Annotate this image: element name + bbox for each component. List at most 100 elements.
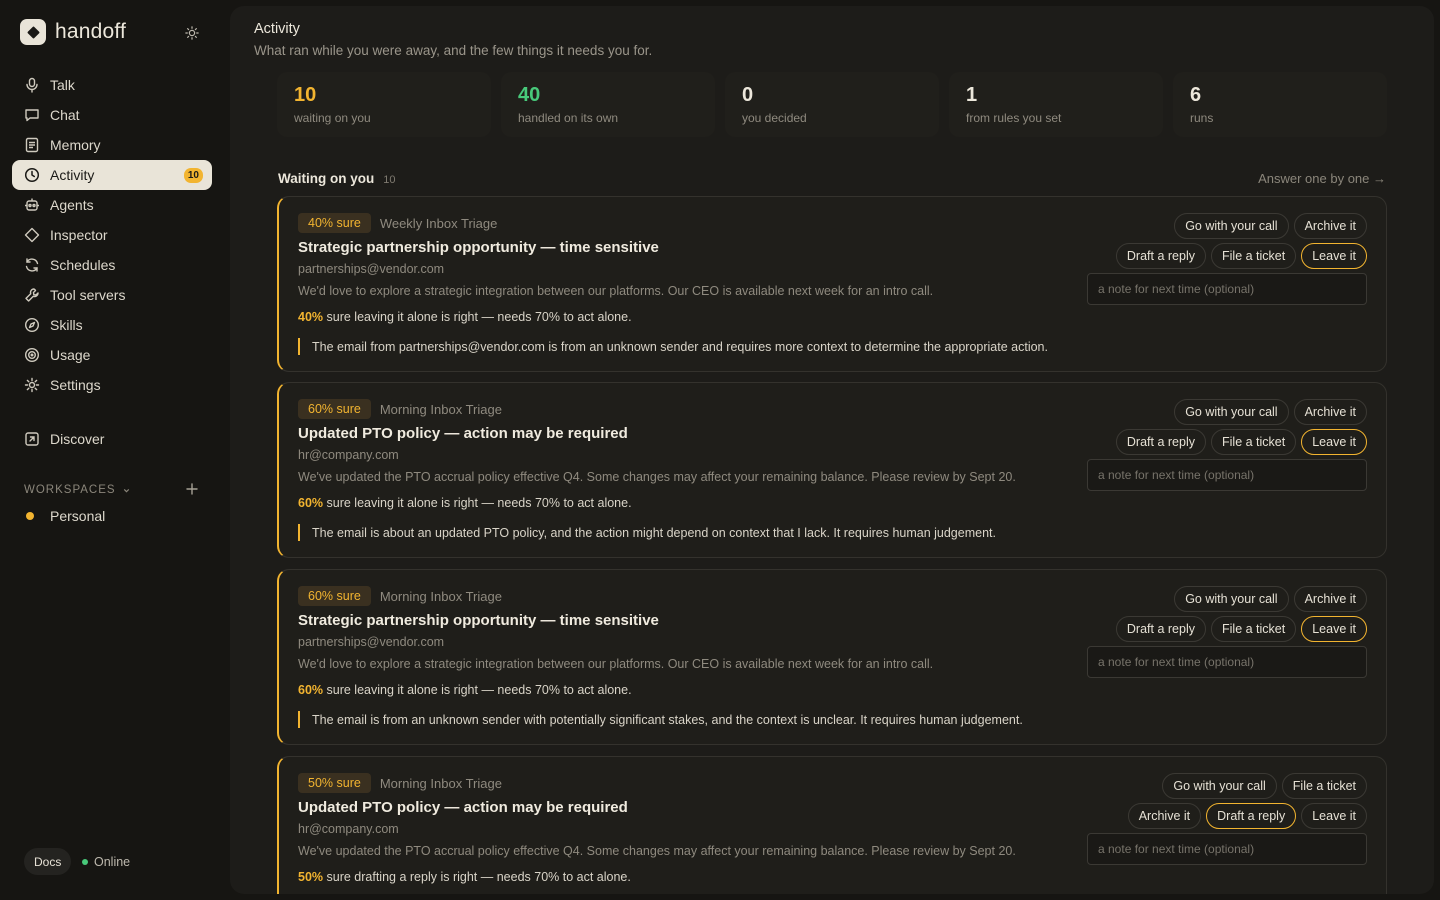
sun-icon[interactable] (183, 24, 201, 42)
sidebar-item-agents[interactable]: Agents (12, 190, 212, 220)
refresh-icon (24, 257, 40, 273)
stat-label: handled on its own (518, 111, 619, 125)
stat-value: 1 (966, 84, 978, 106)
stats-row: 10 waiting on you 40 handled on its own … (277, 72, 1387, 137)
archive-button[interactable]: Archive it (1293, 586, 1367, 612)
brand[interactable]: handoff (20, 19, 126, 45)
sidebar-item-chat[interactable]: Chat (12, 100, 212, 130)
leave-it-button[interactable]: Leave it (1301, 803, 1367, 829)
note-input[interactable] (1087, 459, 1367, 491)
archive-button[interactable]: Archive it (1127, 803, 1202, 829)
clock-icon (24, 167, 40, 183)
sidebar-item-label: Inspector (50, 227, 108, 243)
card-snippet: We'd love to explore a strategic integra… (298, 657, 934, 671)
card-source: Morning Inbox Triage (379, 775, 502, 791)
confidence-percent: 60% (298, 683, 324, 697)
stat-rules: 1 from rules you set (949, 72, 1163, 137)
go-with-your-call-button[interactable]: Go with your call (1174, 586, 1289, 612)
sidebar-item-skills[interactable]: Skills (12, 310, 212, 340)
sidebar-item-schedules[interactable]: Schedules (12, 250, 212, 280)
card-source: Morning Inbox Triage (379, 588, 502, 604)
card-actions-row1: Go with your call Archive it (1174, 586, 1367, 612)
sidebar-item-label: Tool servers (50, 287, 126, 303)
card-actions-row1: Go with your call File a ticket (1162, 773, 1367, 799)
stat-decided: 0 you decided (725, 72, 939, 137)
sidebar-item-label: Activity (50, 167, 95, 183)
sidebar-item-usage[interactable]: Usage (12, 340, 212, 370)
status-label: Online (94, 855, 131, 869)
go-with-your-call-button[interactable]: Go with your call (1174, 399, 1289, 425)
answer-one-by-one-link[interactable]: Answer one by one → (1258, 171, 1386, 186)
card-confidence: 60% sure leaving it alone is right — nee… (298, 683, 632, 697)
decision-card: 50% sure Morning Inbox Triage Updated PT… (277, 756, 1387, 894)
decision-card: 60% sure Morning Inbox Triage Updated PT… (277, 382, 1387, 558)
docs-button[interactable]: Docs (24, 848, 72, 875)
card-title: Updated PTO policy — action may be requi… (298, 799, 628, 816)
page-subtitle: What ran while you were away, and the fe… (254, 43, 653, 58)
confidence-text: sure leaving it alone is right — needs 7… (323, 310, 632, 324)
gear-icon (24, 377, 40, 393)
confidence-percent: 60% (298, 496, 324, 510)
draft-reply-button[interactable]: Draft a reply (1206, 803, 1297, 829)
go-with-your-call-button[interactable]: Go with your call (1174, 213, 1289, 239)
card-meta: 50% sure Morning Inbox Triage (298, 773, 502, 793)
section-header: Waiting on you 10 (278, 171, 395, 186)
sidebar-item-label: Chat (50, 107, 80, 123)
card-meta: 60% sure Morning Inbox Triage (298, 586, 502, 606)
external-link-icon (24, 431, 40, 447)
sidebar-item-inspector[interactable]: Inspector (12, 220, 212, 250)
sidebar-item-tool-servers[interactable]: Tool servers (12, 280, 212, 310)
sidebar-item-activity[interactable]: Activity 10 (12, 160, 212, 190)
go-with-your-call-button[interactable]: Go with your call (1162, 773, 1277, 799)
sidebar-item-discover[interactable]: Discover (12, 424, 212, 454)
target-icon (24, 347, 40, 363)
confidence-text: sure leaving it alone is right — needs 7… (323, 683, 632, 697)
wrench-icon (24, 287, 40, 303)
sidebar-item-settings[interactable]: Settings (12, 370, 212, 400)
note-input[interactable] (1087, 273, 1367, 305)
card-actions-row2: Draft a reply File a ticket Leave it (1115, 429, 1367, 455)
note-input[interactable] (1087, 833, 1367, 865)
file-ticket-button[interactable]: File a ticket (1281, 773, 1367, 799)
stat-label: runs (1190, 111, 1214, 125)
file-ticket-button[interactable]: File a ticket (1211, 616, 1297, 642)
compass-icon (24, 317, 40, 333)
archive-button[interactable]: Archive it (1293, 213, 1367, 239)
card-actions-row2: Draft a reply File a ticket Leave it (1115, 616, 1367, 642)
card-source: Morning Inbox Triage (379, 401, 502, 417)
workspaces-header[interactable]: WORKSPACES (24, 483, 200, 497)
card-confidence: 50% sure drafting a reply is right — nee… (298, 870, 631, 884)
workspace-label: Personal (50, 508, 106, 524)
sidebar-item-memory[interactable]: Memory (12, 130, 212, 160)
confidence-badge: 60% sure (298, 586, 371, 606)
stat-value: 0 (742, 84, 754, 106)
page-title: Activity (254, 21, 300, 37)
note-input[interactable] (1087, 646, 1367, 678)
file-ticket-button[interactable]: File a ticket (1211, 429, 1297, 455)
card-title: Strategic partnership opportunity — time… (298, 239, 659, 256)
archive-button[interactable]: Archive it (1293, 399, 1367, 425)
activity-count-badge: 10 (183, 168, 203, 183)
workspace-item-personal[interactable]: Personal (26, 508, 105, 524)
card-sender: hr@company.com (298, 448, 399, 462)
draft-reply-button[interactable]: Draft a reply (1115, 429, 1206, 455)
status-dot-icon (82, 859, 88, 865)
stat-value: 40 (518, 84, 541, 106)
card-confidence: 60% sure leaving it alone is right — nee… (298, 496, 632, 510)
sidebar-item-talk[interactable]: Talk (12, 70, 212, 100)
leave-it-button[interactable]: Leave it (1301, 616, 1367, 642)
add-workspace-icon[interactable] (184, 481, 200, 497)
sidebar-item-label: Settings (50, 377, 101, 393)
card-reason: The email from partnerships@vendor.com i… (298, 338, 1048, 355)
draft-reply-button[interactable]: Draft a reply (1115, 243, 1206, 269)
sidebar-item-label: Usage (50, 347, 91, 363)
file-ticket-button[interactable]: File a ticket (1211, 243, 1297, 269)
connection-status: Online (82, 855, 130, 869)
confidence-badge: 40% sure (298, 213, 371, 233)
leave-it-button[interactable]: Leave it (1301, 429, 1367, 455)
draft-reply-button[interactable]: Draft a reply (1115, 616, 1206, 642)
leave-it-button[interactable]: Leave it (1301, 243, 1367, 269)
stat-label: from rules you set (966, 111, 1062, 125)
sidebar: handoff Talk Chat Memory Activity 10 Age… (0, 0, 224, 900)
confidence-text: sure leaving it alone is right — needs 7… (323, 496, 632, 510)
